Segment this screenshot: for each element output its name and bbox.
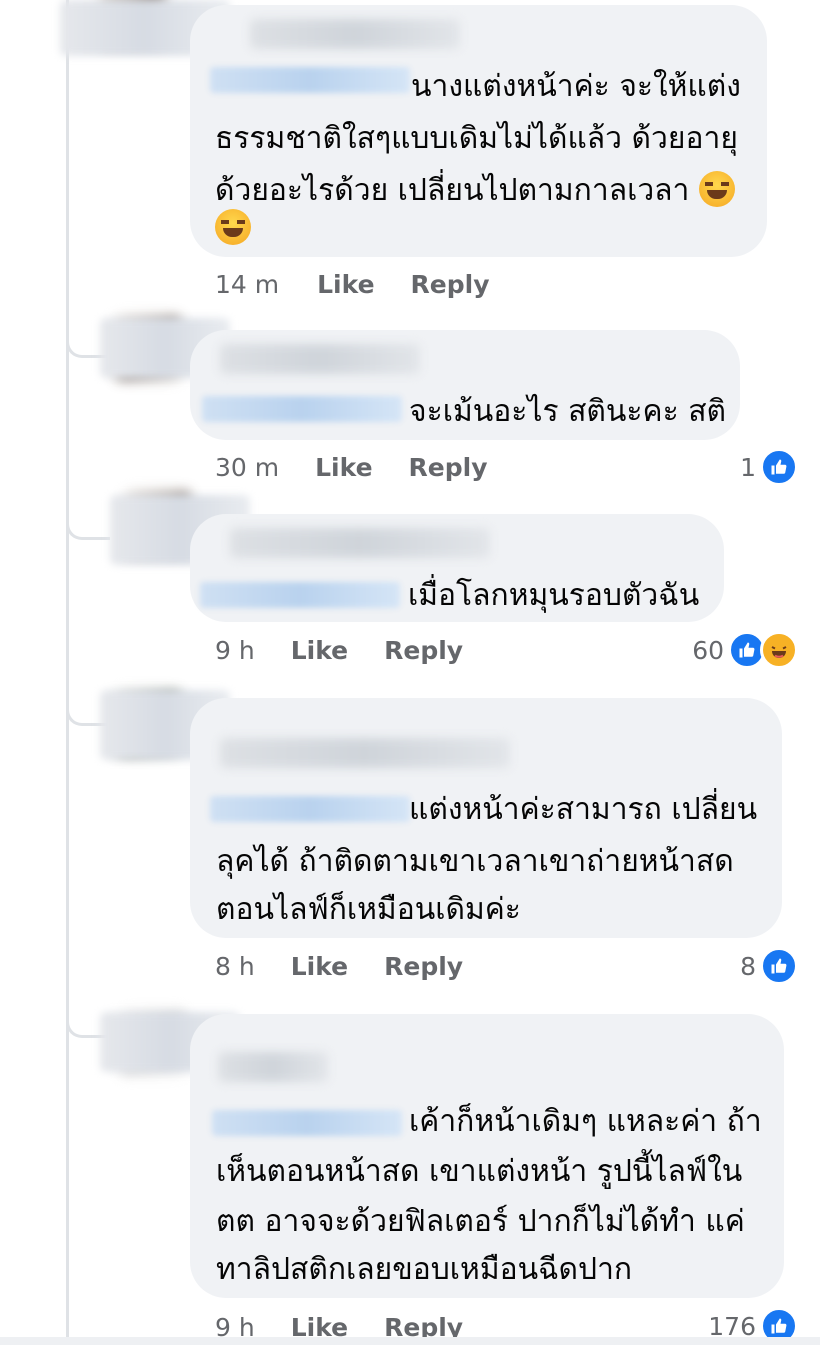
comment-text-line: เมื่อโลกหมุนรอบตัวฉัน [408, 578, 700, 613]
like-button[interactable]: Like [315, 453, 372, 482]
tagged-name[interactable] [210, 796, 410, 822]
face-with-tears-of-joy-icon [215, 208, 251, 245]
reaction-count: 60 [692, 635, 724, 665]
reaction-count: 1 [740, 452, 756, 482]
comment-bubble: แต่งหน้าค่ะสามารถ เปลี่ยน ลุคได้ ถ้าติดต… [190, 698, 782, 938]
thread-branch [66, 512, 110, 540]
comment-text-line: เห็นตอนหน้าสด เขาแต่งหน้า รูปนี้ไลฟ์ใน [216, 1154, 743, 1189]
comment-author[interactable] [218, 1052, 328, 1082]
comment-meta: 8 h Like Reply [215, 948, 463, 984]
comment-text-line: นางแต่งหน้าค่ะ จะให้แต่ง [411, 69, 741, 104]
comment-text: ด้วยอะไรด้วย เปลี่ยนไปตามกาลเวลา [215, 173, 690, 208]
thread-line [66, 0, 69, 1345]
comment-text-line: จะเม้นอะไร สตินะคะ สติ [409, 394, 727, 429]
comment-meta: 9 h Like Reply [215, 632, 463, 668]
thumbs-up-icon [760, 448, 798, 486]
bottom-edge [0, 1337, 820, 1345]
like-button[interactable]: Like [317, 270, 374, 299]
comment-time[interactable]: 14 m [215, 270, 279, 299]
laughing-face-icon [760, 631, 798, 669]
reply-button[interactable]: Reply [411, 270, 490, 299]
like-button[interactable]: Like [291, 636, 348, 665]
reaction-summary[interactable]: 60 [692, 630, 798, 670]
tagged-name[interactable] [210, 67, 410, 93]
comment-bubble: เมื่อโลกหมุนรอบตัวฉัน [190, 514, 724, 622]
comment-bubble: เค้าก็หน้าเดิมๆ แหละค่า ถ้า เห็นตอนหน้าส… [190, 1014, 784, 1298]
tagged-name[interactable] [202, 396, 402, 422]
comment-text-line: ลุคได้ ถ้าติดตามเขาเวลาเขาถ่ายหน้าสด [216, 844, 734, 879]
thumbs-up-icon [760, 947, 798, 985]
comment-text-line: เค้าก็หน้าเดิมๆ แหละค่า ถ้า [409, 1104, 762, 1139]
comment-author[interactable] [230, 528, 490, 558]
like-button[interactable]: Like [291, 952, 348, 981]
reply-button[interactable]: Reply [384, 636, 463, 665]
comment-text-line: ตอนไลฟ์ก็เหมือนเดิมค่ะ [216, 892, 521, 927]
face-with-tears-of-joy-icon [698, 170, 735, 207]
comment-text-line: ด้วยอะไรด้วย เปลี่ยนไปตามกาลเวลา [215, 165, 735, 217]
comment-time[interactable]: 9 h [215, 636, 255, 665]
comment-meta: 30 m Like Reply [215, 449, 488, 485]
comment-text-line: แต่งหน้าค่ะสามารถ เปลี่ยน [409, 792, 758, 827]
comment-meta: 14 m Like Reply [215, 266, 490, 302]
comment-text-line: ทาลิปสติกเลยขอบเหมือนฉีดปาก [216, 1252, 633, 1287]
comment-text-line: ตต อาจจะด้วยฟิลเตอร์ ปากก็ไม่ได้ทำ แค่ [216, 1204, 745, 1239]
reaction-summary[interactable]: 1 [740, 447, 798, 487]
comment-author[interactable] [250, 19, 460, 49]
comment-text-line: ธรรมชาติใสๆแบบเดิมไม่ได้แล้ว ด้วยอายุ [215, 121, 738, 156]
comment-text-line [215, 203, 251, 255]
reply-button[interactable]: Reply [409, 453, 488, 482]
comment-time[interactable]: 8 h [215, 952, 255, 981]
comment-bubble: จะเม้นอะไร สตินะคะ สติ [190, 330, 740, 440]
tagged-name[interactable] [212, 1110, 402, 1136]
comment-author[interactable] [220, 738, 510, 768]
reaction-count: 8 [740, 951, 756, 981]
reaction-summary[interactable]: 8 [740, 946, 798, 986]
tagged-name[interactable] [200, 582, 400, 608]
comment-time[interactable]: 30 m [215, 453, 279, 482]
reply-button[interactable]: Reply [384, 952, 463, 981]
comment-author[interactable] [220, 344, 420, 374]
comment-bubble: นางแต่งหน้าค่ะ จะให้แต่ง ธรรมชาติใสๆแบบเ… [190, 5, 767, 257]
